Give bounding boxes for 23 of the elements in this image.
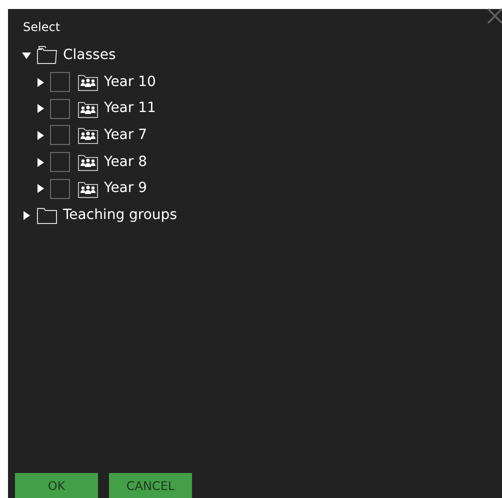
dialog-title: Select bbox=[23, 19, 60, 36]
checkbox[interactable] bbox=[50, 98, 70, 119]
checkbox[interactable] bbox=[50, 178, 70, 199]
tree-item-label[interactable]: Classes bbox=[63, 44, 116, 66]
people-folder-icon bbox=[77, 126, 99, 144]
people-folder-icon bbox=[77, 73, 99, 92]
tree-item-label[interactable]: Year 7 bbox=[104, 124, 147, 146]
tree-item-label[interactable]: Year 8 bbox=[104, 152, 147, 173]
ok-button[interactable]: OK bbox=[15, 473, 98, 498]
tree-item-label[interactable]: Teaching groups bbox=[63, 204, 177, 226]
people-folder-icon bbox=[77, 180, 99, 198]
people-folder-icon bbox=[77, 153, 99, 172]
tree-item-label[interactable]: Year 9 bbox=[104, 178, 147, 200]
cancel-button[interactable]: CANCEL bbox=[109, 473, 192, 498]
tree-item-label[interactable]: Year 11 bbox=[104, 98, 156, 120]
folder-icon bbox=[36, 205, 58, 226]
checkbox[interactable] bbox=[50, 72, 70, 92]
folder-icon bbox=[36, 45, 58, 66]
tree-item-label[interactable]: Year 10 bbox=[104, 72, 156, 93]
close-button[interactable] bbox=[486, 7, 502, 25]
checkbox[interactable] bbox=[50, 152, 70, 172]
checkbox[interactable] bbox=[50, 125, 70, 146]
people-folder-icon bbox=[77, 100, 99, 118]
